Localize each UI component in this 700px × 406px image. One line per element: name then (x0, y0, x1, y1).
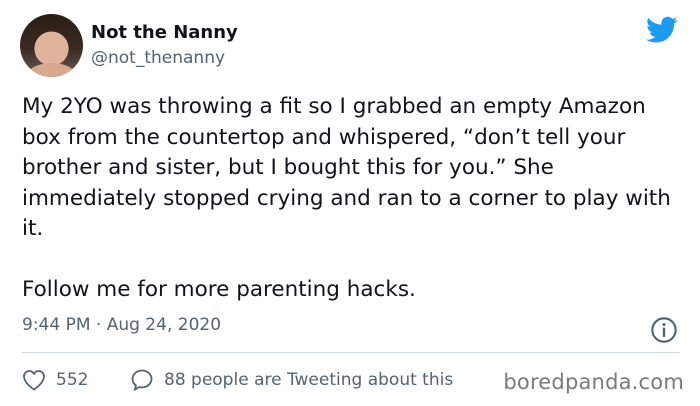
author-handle[interactable]: @not_thenanny (91, 48, 225, 68)
tweeting-about-text: 88 people are Tweeting about this (164, 370, 454, 390)
divider (22, 352, 680, 353)
twitter-bird-icon[interactable] (646, 16, 678, 44)
heart-icon (23, 370, 45, 391)
like-button[interactable]: 552 (22, 368, 88, 392)
avatar[interactable] (20, 14, 83, 77)
tweet-text: My 2YO was throwing a fit so I grabbed a… (22, 94, 671, 302)
avatar-shoulders (26, 63, 77, 77)
tweeting-about-link[interactable]: 88 people are Tweeting about this (130, 368, 453, 392)
author-name[interactable]: Not the Nanny (91, 22, 238, 43)
info-icon[interactable] (650, 316, 678, 344)
watermark: boredpanda.com (503, 370, 684, 394)
reply-bubble-icon (131, 369, 153, 392)
tweet-timestamp[interactable]: 9:44 PM · Aug 24, 2020 (22, 315, 221, 335)
like-count: 552 (56, 370, 89, 390)
